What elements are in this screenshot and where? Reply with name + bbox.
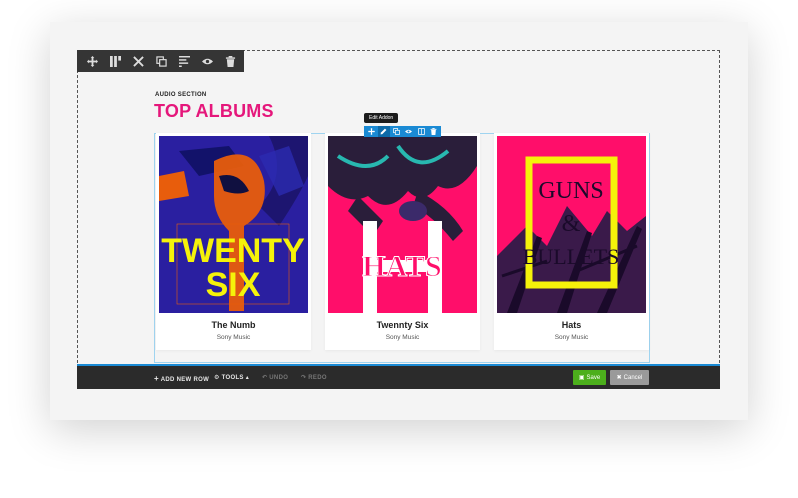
album-label: Sony Music <box>216 334 251 341</box>
add-new-row-button[interactable]: + ADD NEW ROW <box>154 374 209 383</box>
album-cover[interactable]: TWENTY SIX <box>159 136 308 313</box>
album-name[interactable]: Hats <box>494 320 649 330</box>
album-cover[interactable]: HATS <box>328 136 477 313</box>
cancel-button[interactable]: ✖ Cancel <box>610 370 649 385</box>
trash-icon[interactable] <box>219 50 242 72</box>
cover-text-line-1: TWENTY <box>161 232 305 270</box>
album-label: Sony Music <box>385 334 420 341</box>
align-icon[interactable] <box>173 50 196 72</box>
album-label: Sony Music <box>554 334 589 341</box>
tools-dropdown[interactable]: ⚙ TOOLS ▴ <box>214 374 249 381</box>
duplicate-icon[interactable] <box>150 50 173 72</box>
cover-text-line-2: SIX <box>206 266 261 304</box>
save-icon: ▣ <box>578 375 585 381</box>
album-cover[interactable]: GUNS & BULLETS <box>497 136 646 313</box>
eye-icon[interactable] <box>196 50 219 72</box>
move-icon[interactable] <box>81 50 104 72</box>
cover-text-line-2: & <box>562 211 581 237</box>
row-toolbar <box>77 50 244 72</box>
trash-icon[interactable] <box>428 126 441 137</box>
save-label: Save <box>586 374 601 381</box>
builder-bottom-bar: + ADD NEW ROW ⚙ TOOLS ▴ ↶ UNDO ↷ REDO ▣ … <box>77 364 720 389</box>
album-card[interactable]: GUNS & BULLETS Hats Sony Music <box>494 133 649 350</box>
duplicate-icon[interactable] <box>390 126 403 137</box>
album-name[interactable]: Twennty Six <box>325 320 480 330</box>
redo-label: REDO <box>308 375 327 381</box>
album-name[interactable]: The Numb <box>156 320 311 330</box>
edit-addon-tooltip: Edit Addon <box>364 113 399 123</box>
cancel-label: Cancel <box>623 374 643 381</box>
columns-icon[interactable] <box>104 50 127 72</box>
addon-toolbar <box>364 126 441 137</box>
cover-text-line-3: BULLETS <box>523 244 620 269</box>
eye-icon[interactable] <box>403 126 416 137</box>
album-card[interactable]: HATS Twennty Six Sony Music <box>325 133 480 350</box>
caret-up-icon: ▴ <box>245 375 249 381</box>
plus-icon: + <box>154 374 159 383</box>
album-cover-art: HATS <box>328 136 477 313</box>
section-title: TOP ALBUMS <box>154 101 274 121</box>
move-icon[interactable] <box>365 126 378 137</box>
save-button[interactable]: ▣ Save <box>573 370 606 385</box>
columns-icon[interactable] <box>415 126 428 137</box>
gear-icon: ⚙ <box>214 375 220 381</box>
redo-button[interactable]: ↷ REDO <box>301 374 327 381</box>
add-new-row-label: ADD NEW ROW <box>160 377 210 383</box>
album-card[interactable]: TWENTY SIX The Numb Sony Music <box>156 133 311 350</box>
wrench-icon[interactable] <box>127 50 150 72</box>
cover-text-line-1: HATS <box>362 250 441 283</box>
section-kicker: AUDIO SECTION <box>155 92 207 98</box>
pencil-icon[interactable] <box>377 126 390 137</box>
tools-label: TOOLS <box>221 375 244 381</box>
redo-icon: ↷ <box>301 375 307 381</box>
cover-text-line-1: GUNS <box>538 178 603 204</box>
album-cover-art: GUNS & BULLETS <box>497 136 646 313</box>
album-cover-art: TWENTY SIX <box>159 136 308 313</box>
undo-label: UNDO <box>269 375 289 381</box>
close-icon: ✖ <box>616 375 622 381</box>
undo-button[interactable]: ↶ UNDO <box>262 374 288 381</box>
undo-icon: ↶ <box>262 375 268 381</box>
